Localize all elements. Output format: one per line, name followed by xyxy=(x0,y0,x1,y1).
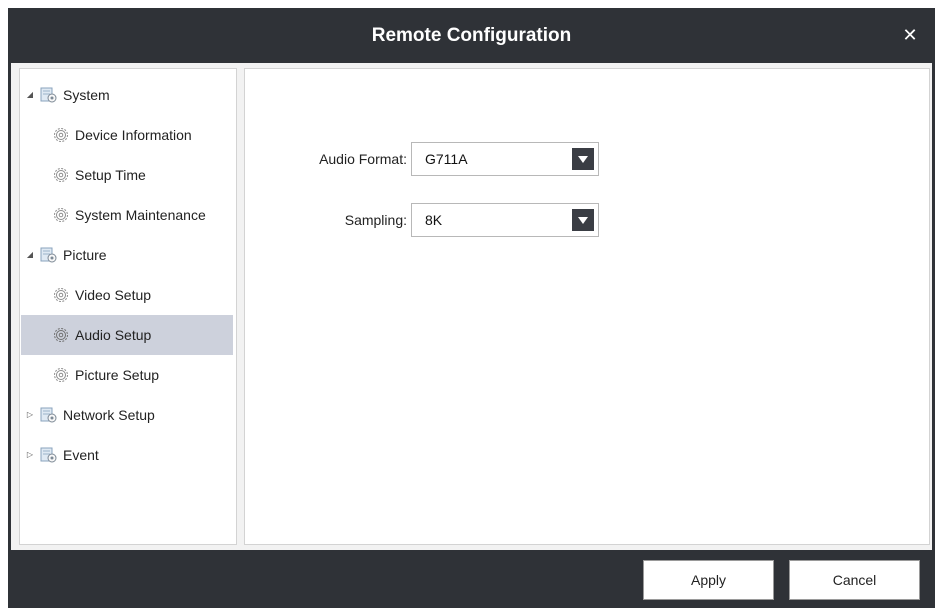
tree-item-label: Audio Setup xyxy=(75,327,152,343)
gear-icon xyxy=(54,208,68,222)
audio-format-value: G711A xyxy=(425,151,468,167)
tree-item-label: Network Setup xyxy=(63,407,155,423)
gear-icon xyxy=(54,128,68,142)
tree-item-label: Picture xyxy=(63,247,107,263)
tree-item-picture[interactable]: ◢ Picture xyxy=(21,235,233,275)
tree-item-label: Device Information xyxy=(75,127,192,143)
tree-item-system[interactable]: ◢ System xyxy=(21,75,233,115)
tree-item-label: System Maintenance xyxy=(75,207,206,223)
gear-icon xyxy=(54,328,68,342)
tree-item-picture-setup[interactable]: Picture Setup xyxy=(21,355,233,395)
tree-item-event[interactable]: ▷ Event xyxy=(21,435,233,475)
audio-format-select[interactable]: G711A xyxy=(411,142,599,176)
dialog-title: Remote Configuration xyxy=(371,25,572,46)
tree-item-setup-time[interactable]: Setup Time xyxy=(21,155,233,195)
collapsed-arrow-icon[interactable]: ▷ xyxy=(25,395,35,435)
close-icon[interactable]: ✕ xyxy=(897,22,923,48)
tree-item-label: Picture Setup xyxy=(75,367,160,383)
chevron-down-icon[interactable] xyxy=(572,148,594,170)
tree-item-label: Event xyxy=(63,447,99,463)
sampling-select[interactable]: 8K xyxy=(411,203,599,237)
tree-item-label: Video Setup xyxy=(75,287,152,303)
sampling-label: Sampling: xyxy=(344,212,407,228)
collapsed-arrow-icon[interactable]: ▷ xyxy=(25,435,35,475)
gear-icon xyxy=(54,368,68,382)
settings-tree: ◢ System Device Information Setup Time S… xyxy=(19,68,237,545)
expanded-arrow-icon[interactable]: ◢ xyxy=(25,75,35,115)
gear-icon xyxy=(54,288,68,302)
tree-item-audio-setup[interactable]: Audio Setup xyxy=(21,315,233,355)
apply-button[interactable]: Apply xyxy=(643,560,774,600)
tree-item-label: System xyxy=(63,87,110,103)
remote-configuration-dialog: Remote Configuration ✕ ◢ System Device I… xyxy=(8,8,935,608)
audio-format-label: Audio Format: xyxy=(319,151,407,167)
gear-icon xyxy=(54,168,68,182)
settings-folder-icon xyxy=(40,247,57,263)
chevron-down-icon[interactable] xyxy=(572,209,594,231)
sampling-value: 8K xyxy=(425,212,443,228)
title-bar: Remote Configuration ✕ xyxy=(8,8,935,63)
dialog-body: ◢ System Device Information Setup Time S… xyxy=(11,63,932,550)
cancel-button[interactable]: Cancel xyxy=(789,560,920,600)
tree-item-system-maintenance[interactable]: System Maintenance xyxy=(21,195,233,235)
settings-folder-icon xyxy=(40,407,57,423)
settings-folder-icon xyxy=(40,87,57,103)
tree-item-device-information[interactable]: Device Information xyxy=(21,115,233,155)
expanded-arrow-icon[interactable]: ◢ xyxy=(25,235,35,275)
dialog-footer: Apply Cancel xyxy=(8,550,935,608)
tree-item-label: Setup Time xyxy=(75,167,146,183)
settings-folder-icon xyxy=(40,447,57,463)
tree-item-network-setup[interactable]: ▷ Network Setup xyxy=(21,395,233,435)
tree-item-video-setup[interactable]: Video Setup xyxy=(21,275,233,315)
audio-setup-panel: Audio Format: G711A Sampling: 8K xyxy=(244,68,930,545)
